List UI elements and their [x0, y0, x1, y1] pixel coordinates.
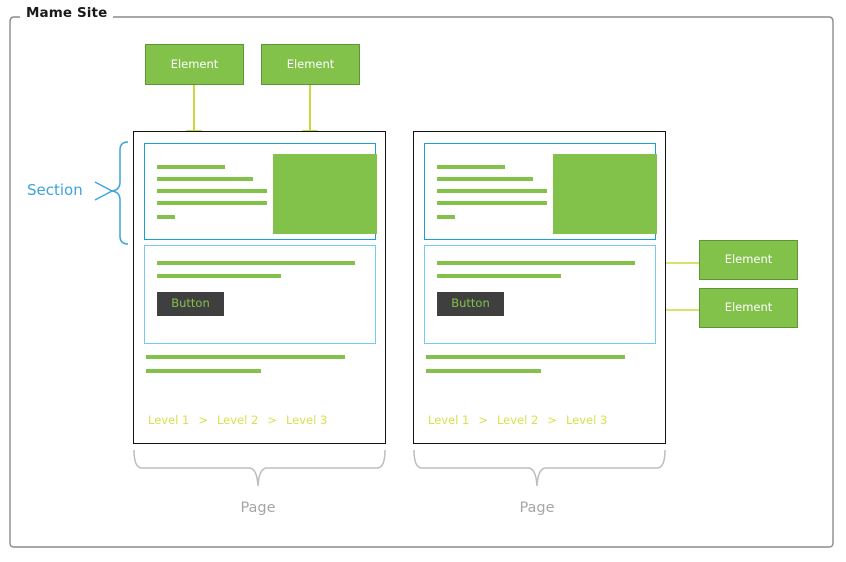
text-line	[437, 177, 533, 181]
text-line	[437, 165, 505, 169]
breadcrumb-level-3[interactable]: Level 3	[566, 413, 607, 427]
breadcrumb-level-3[interactable]: Level 3	[286, 413, 327, 427]
section-body-right[interactable]: Button	[424, 245, 656, 344]
text-line	[157, 201, 267, 205]
breadcrumb-level-1[interactable]: Level 1	[148, 413, 189, 427]
breadcrumb-separator: >	[547, 413, 557, 427]
section-header-right[interactable]	[424, 143, 657, 240]
page-label-right: Page	[519, 500, 555, 516]
breadcrumb-right[interactable]: Level 1 > Level 2 > Level 3	[428, 413, 607, 427]
text-line	[437, 189, 547, 193]
text-line	[157, 165, 225, 169]
breadcrumb-separator: >	[478, 413, 488, 427]
text-line	[437, 274, 561, 278]
text-line	[437, 201, 547, 205]
text-line	[157, 261, 355, 265]
diagram-title: Mame Site	[22, 6, 114, 21]
section-brace	[94, 141, 129, 245]
text-line	[157, 215, 175, 219]
section-header-left[interactable]	[144, 143, 377, 240]
image-placeholder-right	[553, 154, 657, 234]
breadcrumb-separator: >	[198, 413, 208, 427]
button-left[interactable]: Button	[157, 292, 224, 316]
callout-element-right-2[interactable]: Element	[699, 288, 798, 328]
section-label: Section	[27, 181, 83, 199]
callout-element-top-1[interactable]: Element	[145, 44, 244, 85]
page-brace-left	[133, 449, 386, 487]
breadcrumb-separator: >	[267, 413, 277, 427]
image-placeholder-left	[273, 154, 377, 234]
callout-element-right-1[interactable]: Element	[699, 240, 798, 280]
breadcrumb-level-1[interactable]: Level 1	[428, 413, 469, 427]
callout-label: Element	[286, 56, 335, 71]
text-line	[157, 274, 281, 278]
section-body-left[interactable]: Button	[144, 245, 376, 344]
button-label: Button	[171, 296, 210, 311]
page-card-right[interactable]: Button Level 1 > Level 2 > Level 3	[413, 131, 666, 444]
text-line	[157, 189, 267, 193]
page-card-left[interactable]: Button Level 1 > Level 2 > Level 3	[133, 131, 386, 444]
text-line	[437, 215, 455, 219]
text-line	[146, 369, 261, 373]
text-line	[146, 355, 345, 359]
text-line	[157, 177, 253, 181]
callout-label: Element	[724, 252, 773, 267]
text-line	[426, 369, 541, 373]
breadcrumb-level-2[interactable]: Level 2	[497, 413, 538, 427]
callout-element-top-2[interactable]: Element	[261, 44, 360, 85]
page-label-left: Page	[240, 500, 276, 516]
text-line	[437, 261, 635, 265]
page-brace-right	[413, 449, 666, 487]
text-line	[426, 355, 625, 359]
breadcrumb-level-2[interactable]: Level 2	[217, 413, 258, 427]
breadcrumb-left[interactable]: Level 1 > Level 2 > Level 3	[148, 413, 327, 427]
button-right[interactable]: Button	[437, 292, 504, 316]
callout-label: Element	[724, 300, 773, 315]
button-label: Button	[451, 296, 490, 311]
callout-label: Element	[170, 56, 219, 71]
